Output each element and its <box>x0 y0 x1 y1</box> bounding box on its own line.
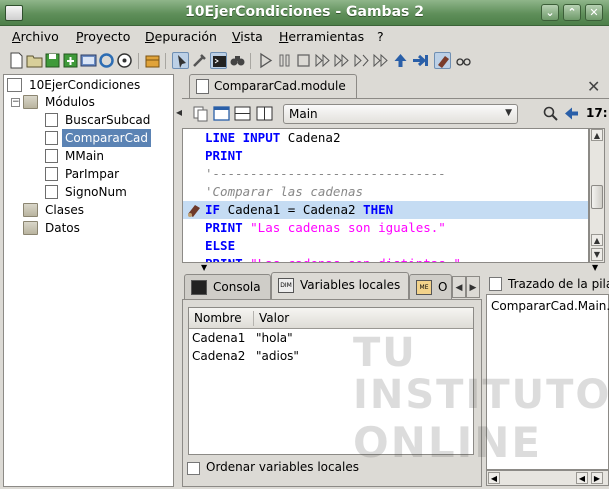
tab-scroll-left-icon[interactable]: ◀ <box>452 276 466 298</box>
scroll-down-icon[interactable]: ▼ <box>591 248 603 261</box>
new-project-icon[interactable] <box>8 52 25 69</box>
step-into-icon[interactable] <box>353 52 370 69</box>
scroll-right-icon[interactable]: ▶ <box>591 472 603 484</box>
close-tab-icon[interactable]: ✕ <box>587 77 600 96</box>
module-file-icon <box>45 149 58 163</box>
package-icon[interactable] <box>144 52 161 69</box>
order-locals-label: Ordenar variables locales <box>206 460 359 474</box>
code-line[interactable]: PRINT "Las cadenas son distintas." <box>205 255 461 262</box>
splitter-down-arrow-icon[interactable]: ▼ <box>592 263 598 272</box>
collapse-modules-icon[interactable]: − <box>11 98 20 107</box>
module-file-icon <box>45 185 58 199</box>
tab-consola[interactable]: Consola <box>184 274 271 300</box>
stack-title: Trazado de la pila <box>508 277 609 291</box>
tab-variables-locales[interactable]: DIM Variables locales <box>271 272 409 300</box>
code-editor[interactable]: LINE INPUT Cadena2 PRINT '----------------… <box>182 128 589 263</box>
breakpoint-icon[interactable] <box>434 52 451 69</box>
close-window-button[interactable]: ✕ <box>585 4 603 21</box>
tools-icon[interactable] <box>191 52 208 69</box>
menu-vista[interactable]: Vista <box>232 29 263 44</box>
dim-icon: DIM <box>278 278 294 293</box>
watch-glasses-icon[interactable] <box>455 52 472 69</box>
scroll-left-icon[interactable]: ◀ <box>576 472 588 484</box>
column-header-name[interactable]: Nombre <box>194 311 242 325</box>
pause-icon[interactable] <box>276 52 293 69</box>
table-header: Nombre Valor <box>189 308 473 329</box>
open-project-icon[interactable] <box>26 52 43 69</box>
module-file-icon <box>45 131 58 145</box>
console-view-icon[interactable] <box>210 52 227 69</box>
properties-icon[interactable] <box>80 52 97 69</box>
list-item[interactable]: CompararCad.Main.1 <box>491 299 609 313</box>
scroll-left-icon[interactable]: ◀ <box>488 472 500 484</box>
stack-list[interactable]: CompararCad.Main.1 <box>486 294 609 470</box>
code-line[interactable]: LINE INPUT Cadena2 <box>205 129 340 147</box>
step-out-icon[interactable] <box>392 52 409 69</box>
scroll-thumb[interactable] <box>591 185 603 209</box>
single-view-icon[interactable] <box>213 105 230 122</box>
scroll-up-icon[interactable]: ▲ <box>591 234 603 246</box>
menu-herramientas[interactable]: Herramientas <box>279 29 364 44</box>
save-as-icon[interactable] <box>62 52 79 69</box>
code-line[interactable]: PRINT <box>205 147 243 165</box>
window-title: 10EjerCondiciones - Gambas 2 <box>185 4 424 20</box>
menu-bar: Archivo Proyecto Depuración Vista Herram… <box>0 27 609 47</box>
console-icon <box>191 280 207 295</box>
menu-proyecto[interactable]: Proyecto <box>76 29 130 44</box>
save-project-icon[interactable] <box>44 52 61 69</box>
folder-icon <box>23 221 38 235</box>
me-icon: ME <box>416 280 432 295</box>
title-bar: 10EjerCondiciones - Gambas 2 ⌄ ⌃ ✕ <box>0 0 609 26</box>
tab-scroll-right-icon[interactable]: ▶ <box>466 276 480 298</box>
main-toolbar <box>0 48 609 74</box>
module-file-icon <box>45 167 58 181</box>
stack-hscrollbar[interactable]: ◀ ◀ ▶ <box>486 470 609 486</box>
module-file-icon <box>196 79 209 94</box>
compile-icon[interactable] <box>116 52 133 69</box>
scroll-up-icon[interactable]: ▲ <box>591 129 603 141</box>
folder-icon <box>23 95 38 109</box>
code-line[interactable]: ELSE <box>205 237 235 255</box>
tree-splitter[interactable] <box>174 74 180 487</box>
find-icon[interactable] <box>542 105 559 122</box>
minimize-button[interactable]: ⌄ <box>541 4 559 21</box>
project-icon <box>7 78 22 92</box>
column-header-value[interactable]: Valor <box>253 311 289 326</box>
split-vertical-icon[interactable] <box>256 105 273 122</box>
run-icon[interactable] <box>257 52 274 69</box>
cursor-tool-icon[interactable] <box>172 52 189 69</box>
current-code-line[interactable]: IF Cadena1 = Cadena2 THEN <box>183 201 588 219</box>
project-tree: 10EjerCondiciones − Módulos BuscarSubcad… <box>3 74 174 487</box>
menu-depuracion[interactable]: Depuración <box>145 29 217 44</box>
menu-archivo[interactable]: Archivo <box>12 29 59 44</box>
tab-objects[interactable]: ME O <box>409 274 452 300</box>
maximize-button[interactable]: ⌃ <box>563 4 581 21</box>
refresh-icon[interactable] <box>98 52 115 69</box>
back-arrow-icon[interactable] <box>563 105 580 122</box>
chevron-down-icon: ▼ <box>505 108 512 118</box>
module-file-icon <box>45 113 58 127</box>
editor-files-icon[interactable] <box>192 105 209 122</box>
procedure-select[interactable]: Main ▼ <box>283 104 518 124</box>
order-locals-checkbox[interactable] <box>187 462 200 475</box>
step-icon[interactable] <box>314 52 331 69</box>
run-to-cursor-icon[interactable] <box>412 52 429 69</box>
locals-table[interactable]: Nombre Valor Cadena1 "hola" Cadena2 "adi… <box>188 307 474 455</box>
code-line[interactable]: PRINT "Las cadenas son iguales." <box>205 219 446 237</box>
binoculars-icon[interactable] <box>229 52 246 69</box>
forward-icon[interactable] <box>372 52 389 69</box>
split-horizontal-icon[interactable] <box>234 105 251 122</box>
code-line[interactable]: '------------------------------- <box>205 165 446 183</box>
tab-compararcad-module[interactable]: CompararCad.module <box>189 74 357 98</box>
stack-icon <box>489 277 502 291</box>
code-line[interactable]: 'Comparar las cadenas <box>205 183 363 201</box>
line-number: 17: <box>586 106 608 120</box>
code-scrollbar[interactable]: ▲ ▲ ▼ <box>589 128 605 263</box>
stop-icon[interactable] <box>295 52 312 69</box>
splitter-down-arrow-icon[interactable]: ▼ <box>201 263 207 272</box>
folder-icon <box>23 203 38 217</box>
menu-help[interactable]: ? <box>377 29 384 44</box>
current-line-marker-icon <box>186 202 203 219</box>
step-over-icon[interactable] <box>333 52 350 69</box>
